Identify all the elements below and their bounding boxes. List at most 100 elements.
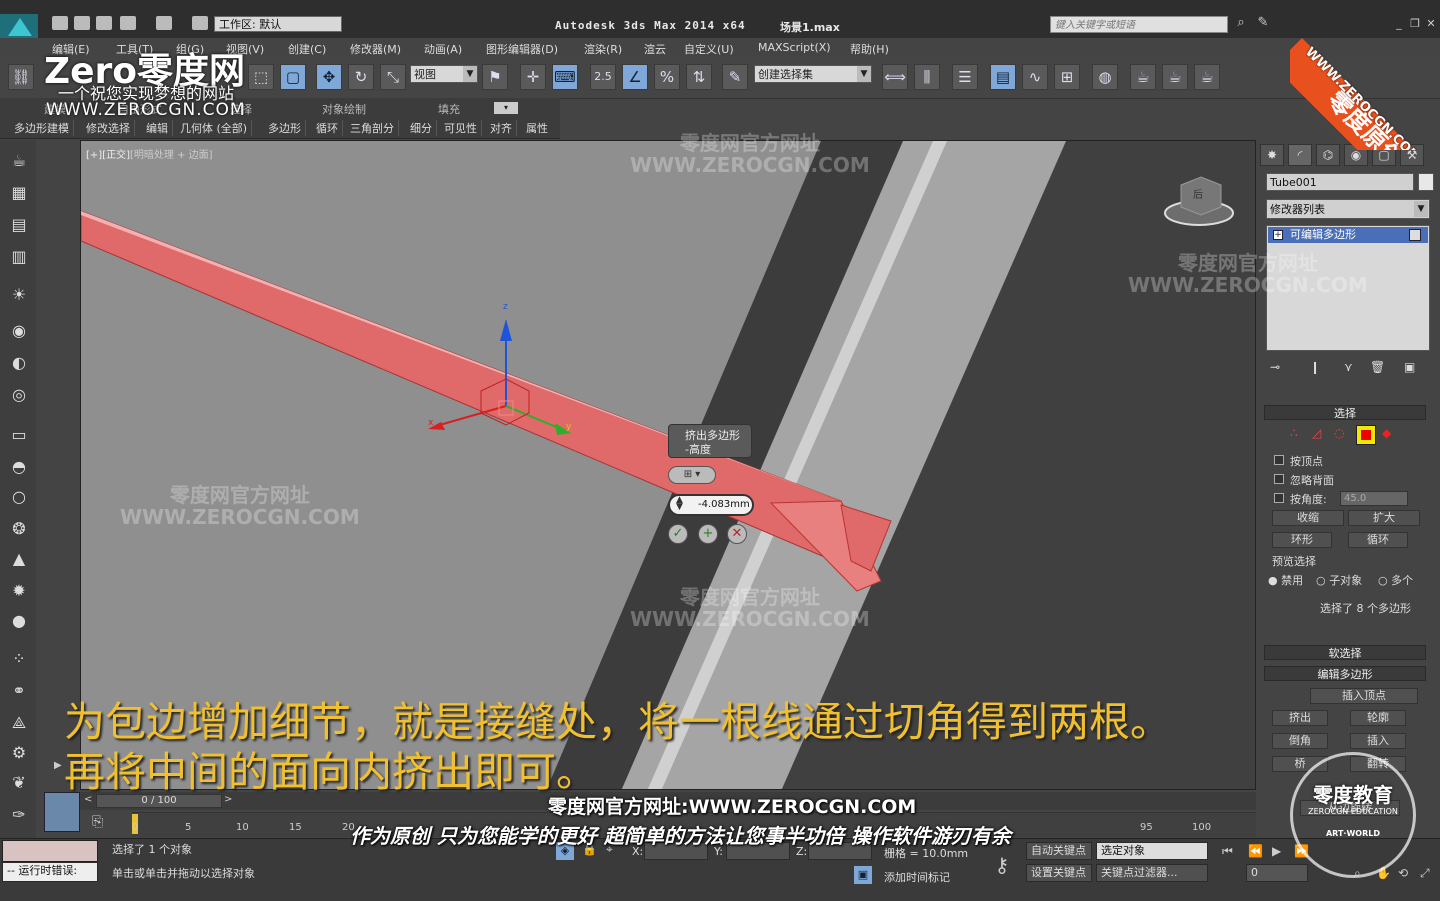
remove-modifier-icon[interactable]: 🗑 (1370, 360, 1385, 374)
search-input[interactable]: 键入关键字或短语 (1050, 16, 1228, 33)
tools-icon[interactable]: ✎ (1256, 16, 1270, 30)
menu-help[interactable]: 帮助(H) (850, 41, 889, 57)
inset-button[interactable]: 插入 (1350, 733, 1406, 749)
mini-viewport-thumbnail[interactable] (44, 792, 80, 832)
ribbon-panel-poly-modeling[interactable]: 多边形建模 (14, 120, 74, 136)
viewport-view[interactable]: [正交] (102, 150, 130, 161)
hemisphere-icon[interactable]: ◓ (8, 456, 30, 478)
menu-modifiers[interactable]: 修改器(M) (350, 41, 401, 57)
rotate-icon[interactable]: ↻ (348, 64, 374, 90)
ignore-backface-checkbox[interactable] (1274, 474, 1284, 484)
open-file-icon[interactable] (74, 16, 90, 30)
keyboard-shortcut-icon[interactable]: ⌨ (552, 64, 578, 90)
percent-snap-icon[interactable]: % (654, 64, 680, 90)
material-editor-icon[interactable]: ◍ (1092, 64, 1118, 90)
object-color-swatch[interactable] (1418, 173, 1434, 191)
current-frame-field[interactable]: 0 (1246, 864, 1308, 882)
pin-stack-icon[interactable]: ⊸ (1270, 360, 1280, 374)
molecule-icon[interactable]: ⚭ (8, 680, 30, 702)
ribbon-panel-visibility[interactable]: 可见性 (444, 120, 482, 136)
caddy-cancel-icon[interactable]: ✕ (727, 524, 747, 544)
sphere-icon[interactable]: ○ (8, 486, 30, 508)
track-bar-icon[interactable]: ⎘ (92, 814, 103, 830)
script-listener-field[interactable]: -- 运行时错误: (2, 862, 98, 882)
edit-polygons-rollout-header[interactable]: 编辑多边形 (1264, 666, 1426, 681)
object-name-field[interactable]: Tube001 (1266, 173, 1414, 191)
rendered-frame-icon[interactable]: ☕ (1162, 64, 1188, 90)
menu-create[interactable]: 创建(C) (288, 41, 326, 57)
spinner-icon[interactable]: ▲ ▼ (676, 496, 688, 512)
time-tag-icon[interactable]: ▣ (854, 866, 872, 884)
element-mode-icon[interactable]: ◆ (1382, 426, 1391, 440)
curve-editor-icon[interactable]: ∿ (1022, 64, 1048, 90)
preview-subobject-radio[interactable]: ○ 子对象 (1316, 572, 1362, 588)
ring-button[interactable]: 环形 (1272, 532, 1332, 548)
soft-selection-rollout-header[interactable]: 软选择 (1264, 645, 1426, 660)
manipulate-icon[interactable]: ✛ (520, 64, 546, 90)
reference-coord-dropdown[interactable]: 视图 ▼ (410, 65, 478, 83)
ribbon-panel-properties[interactable]: 属性 (526, 120, 552, 136)
ribbon-options-icon[interactable]: ▾ (494, 102, 518, 114)
ribbon-panel-subdivision[interactable]: 细分 (410, 120, 437, 136)
viewport-plus[interactable]: [+] (86, 150, 102, 161)
mirror-icon[interactable]: ⟺ (882, 64, 908, 90)
ribbon-panel-polygons[interactable]: 多边形 (268, 120, 306, 136)
maxscript-mini-listener[interactable] (2, 840, 98, 862)
table-icon[interactable]: ▥ (8, 246, 30, 268)
ribbon-tab-populate[interactable]: 填充 (438, 101, 460, 117)
named-selection-dropdown[interactable]: 创建选择集 ▼ (754, 65, 872, 83)
sphere-map-icon[interactable]: ◐ (8, 352, 30, 374)
window-crossing-icon[interactable]: ▢ (280, 64, 306, 90)
render-cam-icon[interactable]: ◎ (8, 384, 30, 406)
binoculars-icon[interactable]: ⌕ (1234, 16, 1248, 30)
render-production-icon[interactable]: ☕ (1194, 64, 1220, 90)
key-icon[interactable]: ⚷ (982, 850, 1022, 880)
undo-icon[interactable] (120, 16, 136, 30)
modifier-list-dropdown[interactable]: 修改器列表 ▼ (1266, 199, 1430, 219)
preview-multi-radio[interactable]: ○ 多个 (1378, 572, 1413, 588)
particles-icon[interactable]: ⁘ (8, 648, 30, 670)
teapot-icon[interactable]: ☕ (8, 150, 30, 172)
caddy-apply-icon[interactable]: + (698, 524, 718, 544)
make-unique-icon[interactable]: ⋎ (1344, 360, 1353, 374)
menu-graph-editors[interactable]: 图形编辑器(D) (486, 41, 558, 57)
viewport-label[interactable]: [+][正交][明暗处理 + 边面] (86, 146, 213, 161)
project-folder-icon[interactable] (192, 16, 208, 30)
border-mode-icon[interactable]: ◌ (1334, 426, 1344, 440)
add-time-tag-label[interactable]: 添加时间标记 (884, 869, 950, 885)
viewport-shading[interactable]: [明暗处理 + 边面] (130, 150, 213, 161)
play-icon[interactable]: ▶ (1272, 844, 1281, 858)
workspace-dropdown[interactable]: 工作区: 默认 (214, 16, 342, 32)
plant-icon[interactable]: ❦ (8, 772, 30, 794)
align-icon[interactable]: ⫼ (914, 64, 940, 90)
previous-key-icon[interactable]: ⏪ (1248, 844, 1263, 858)
shrink-button[interactable]: 收缩 (1272, 510, 1344, 526)
geosphere-icon[interactable]: ❂ (8, 518, 30, 540)
show-end-result-icon[interactable]: ❙ (1310, 360, 1320, 374)
grow-button[interactable]: 扩大 (1348, 510, 1420, 526)
cone-icon[interactable]: ▲ (8, 548, 30, 570)
ribbon-panel-tris[interactable]: 三角剖分 (350, 120, 399, 136)
light-icon[interactable]: ☀ (8, 284, 30, 306)
menu-maxscript[interactable]: MAXScript(X) (758, 41, 831, 54)
ribbon-panel-modify-selection[interactable]: 修改选择 (86, 120, 135, 136)
ribbon-toggle-icon[interactable]: ▤ (990, 64, 1016, 90)
hf-icon[interactable]: ✑ (8, 804, 30, 826)
ribbon-tab-object-paint[interactable]: 对象绘制 (322, 101, 366, 117)
layer-manager-icon[interactable]: ☰ (952, 64, 978, 90)
ribbon-panel-align[interactable]: 对齐 (490, 120, 517, 136)
link-icon[interactable]: ⛓ (8, 64, 34, 90)
bones-icon[interactable]: ⟁ (8, 712, 30, 734)
redo-icon[interactable] (156, 16, 172, 30)
expand-plus-icon[interactable]: + (1273, 230, 1283, 240)
caddy-ok-icon[interactable]: ✓ (668, 524, 688, 544)
menu-customize[interactable]: 自定义(U) (684, 41, 734, 57)
key-selection-dropdown[interactable]: 选定对象 (1096, 842, 1208, 860)
disc-icon[interactable]: ● (8, 610, 30, 632)
sun-icon[interactable]: ✹ (8, 580, 30, 602)
spinner-snap-icon[interactable]: ⇅ (686, 64, 712, 90)
set-key-button[interactable]: 设置关键点 (1026, 864, 1092, 882)
outline-button[interactable]: 轮廓 (1350, 710, 1406, 726)
menu-render-cloud[interactable]: 渲云 (644, 41, 666, 57)
bevel-button[interactable]: 倒角 (1272, 733, 1328, 749)
